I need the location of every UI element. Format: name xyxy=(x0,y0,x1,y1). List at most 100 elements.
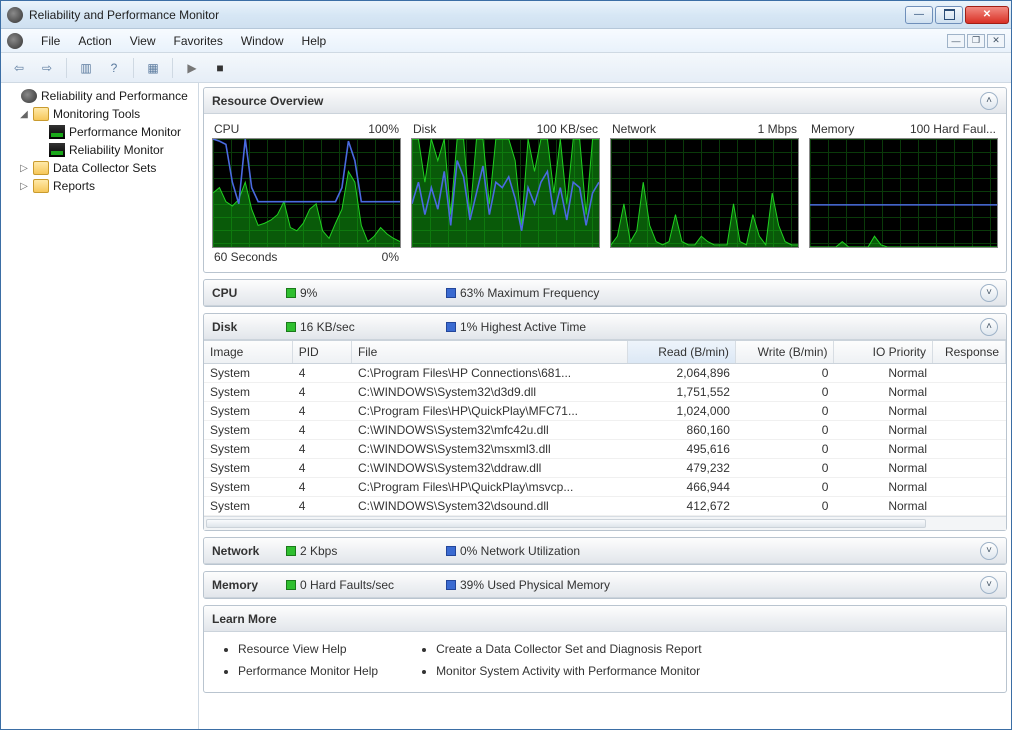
chart-cpu[interactable]: CPU100%60 Seconds0% xyxy=(212,122,401,264)
cell-file: C:\WINDOWS\System32\d3d9.dll xyxy=(352,383,628,401)
cpu-stat2: 63% Maximum Frequency xyxy=(460,286,599,300)
cell-io: Normal xyxy=(834,364,933,382)
forward-button[interactable]: ⇨ xyxy=(35,57,59,79)
expand-icon[interactable]: ▷ xyxy=(19,181,29,192)
chart-canvas xyxy=(411,138,600,248)
cell-io: Normal xyxy=(834,459,933,477)
chart-net[interactable]: Network1 Mbps xyxy=(610,122,799,264)
col-resp[interactable]: Response xyxy=(933,341,1006,363)
cell-pid: 4 xyxy=(293,497,352,515)
app-icon-small xyxy=(7,33,23,49)
table-row[interactable]: System4C:\WINDOWS\System32\dsound.dll412… xyxy=(204,497,1006,516)
cell-resp xyxy=(933,402,1006,420)
tree-performance-monitor[interactable]: Performance Monitor xyxy=(3,123,196,141)
collapse-icon[interactable]: ˄ xyxy=(980,318,998,336)
disk-stat2: 1% Highest Active Time xyxy=(460,320,586,334)
col-pid[interactable]: PID xyxy=(293,341,352,363)
tree-reliability-monitor[interactable]: Reliability Monitor xyxy=(3,141,196,159)
chart-label: Disk xyxy=(413,122,436,136)
tree-data-collector-sets[interactable]: ▷ Data Collector Sets xyxy=(3,159,196,177)
square-blue-icon xyxy=(446,580,456,590)
tree-root[interactable]: Reliability and Performance xyxy=(3,87,196,105)
cell-resp xyxy=(933,383,1006,401)
table-row[interactable]: System4C:\Program Files\HP\QuickPlay\MFC… xyxy=(204,402,1006,421)
table-row[interactable]: System4C:\WINDOWS\System32\d3d9.dll1,751… xyxy=(204,383,1006,402)
table-row[interactable]: System4C:\Program Files\HP\QuickPlay\msv… xyxy=(204,478,1006,497)
chart-label: Memory xyxy=(811,122,854,136)
menu-file[interactable]: File xyxy=(39,32,62,50)
maximize-button[interactable] xyxy=(935,6,963,24)
cell-resp xyxy=(933,364,1006,382)
table-header[interactable]: Image PID File Read (B/min) Write (B/min… xyxy=(204,341,1006,364)
cell-resp xyxy=(933,421,1006,439)
col-write[interactable]: Write (B/min) xyxy=(736,341,835,363)
col-io[interactable]: IO Priority xyxy=(834,341,933,363)
cell-resp xyxy=(933,459,1006,477)
overview-charts: CPU100%60 Seconds0%Disk100 KB/sec Networ… xyxy=(212,122,998,264)
chart-mem[interactable]: Memory 100 Hard Faul... xyxy=(809,122,998,264)
close-button[interactable] xyxy=(965,6,1009,24)
menu-action[interactable]: Action xyxy=(76,32,113,50)
refresh-button[interactable]: ▦ xyxy=(141,57,165,79)
nav-tree[interactable]: Reliability and Performance ◢ Monitoring… xyxy=(1,83,199,729)
titlebar[interactable]: Reliability and Performance Monitor xyxy=(1,1,1011,29)
cell-image: System xyxy=(204,459,293,477)
tree-label: Reports xyxy=(53,179,95,193)
chart-scale: 100 Hard Faul... xyxy=(910,122,996,136)
net-stat1: 2 Kbps xyxy=(300,544,337,558)
back-button[interactable]: ⇦ xyxy=(7,57,31,79)
table-body[interactable]: System4C:\Program Files\HP Connections\6… xyxy=(204,364,1006,516)
cell-resp xyxy=(933,478,1006,496)
mdi-restore-button[interactable]: ❐ xyxy=(967,34,985,48)
menu-window[interactable]: Window xyxy=(239,32,286,50)
chart-xlabel: 60 Seconds xyxy=(214,250,277,264)
toolbar: ⇦ ⇨ ▥ ? ▦ ▶ ■ xyxy=(1,53,1011,83)
table-row[interactable]: System4C:\WINDOWS\System32\msxml3.dll495… xyxy=(204,440,1006,459)
table-row[interactable]: System4C:\Program Files\HP Connections\6… xyxy=(204,364,1006,383)
menu-view[interactable]: View xyxy=(128,32,158,50)
expand-icon[interactable]: ˅ xyxy=(980,284,998,302)
menu-help[interactable]: Help xyxy=(300,32,329,50)
play-button[interactable]: ▶ xyxy=(180,57,204,79)
expand-icon[interactable]: ▷ xyxy=(19,163,29,174)
tree-label: Performance Monitor xyxy=(69,125,181,139)
mdi-close-button[interactable]: ✕ xyxy=(987,34,1005,48)
cell-pid: 4 xyxy=(293,421,352,439)
chart-zero: 0% xyxy=(382,250,399,264)
col-file[interactable]: File xyxy=(352,341,628,363)
tree-reports[interactable]: ▷ Reports xyxy=(3,177,196,195)
cell-read: 1,751,552 xyxy=(628,383,736,401)
expand-icon[interactable]: ◢ xyxy=(19,109,29,120)
link-perfmon-help[interactable]: Performance Monitor Help xyxy=(238,660,378,682)
table-row[interactable]: System4C:\WINDOWS\System32\mfc42u.dll860… xyxy=(204,421,1006,440)
cell-read: 466,944 xyxy=(628,478,736,496)
cell-file: C:\WINDOWS\System32\ddraw.dll xyxy=(352,459,628,477)
collapse-icon[interactable]: ˄ xyxy=(980,92,998,110)
link-resource-view-help[interactable]: Resource View Help xyxy=(238,638,378,660)
chart-disk[interactable]: Disk100 KB/sec xyxy=(411,122,600,264)
chart-canvas xyxy=(809,138,998,248)
col-image[interactable]: Image xyxy=(204,341,293,363)
menu-favorites[interactable]: Favorites xyxy=(172,32,225,50)
minimize-button[interactable] xyxy=(905,6,933,24)
show-hide-tree-button[interactable]: ▥ xyxy=(74,57,98,79)
cell-read: 2,064,896 xyxy=(628,364,736,382)
panel-disk: Disk 16 KB/sec 1% Highest Active Time ˄ … xyxy=(203,313,1007,531)
cell-image: System xyxy=(204,421,293,439)
link-monitor-activity[interactable]: Monitor System Activity with Performance… xyxy=(436,660,701,682)
cell-read: 479,232 xyxy=(628,459,736,477)
stop-button[interactable]: ■ xyxy=(208,57,232,79)
expand-icon[interactable]: ˅ xyxy=(980,542,998,560)
properties-button[interactable]: ? xyxy=(102,57,126,79)
tree-monitoring-tools[interactable]: ◢ Monitoring Tools xyxy=(3,105,196,123)
col-read[interactable]: Read (B/min) xyxy=(628,341,736,363)
panel-cpu: CPU 9% 63% Maximum Frequency ˅ xyxy=(203,279,1007,307)
table-row[interactable]: System4C:\WINDOWS\System32\ddraw.dll479,… xyxy=(204,459,1006,478)
cell-image: System xyxy=(204,402,293,420)
square-green-icon xyxy=(286,288,296,298)
horizontal-scrollbar[interactable] xyxy=(204,516,1006,530)
disk-stat1: 16 KB/sec xyxy=(300,320,355,334)
link-create-collector[interactable]: Create a Data Collector Set and Diagnosi… xyxy=(436,638,701,660)
mdi-minimize-button[interactable]: — xyxy=(947,34,965,48)
expand-icon[interactable]: ˅ xyxy=(980,576,998,594)
